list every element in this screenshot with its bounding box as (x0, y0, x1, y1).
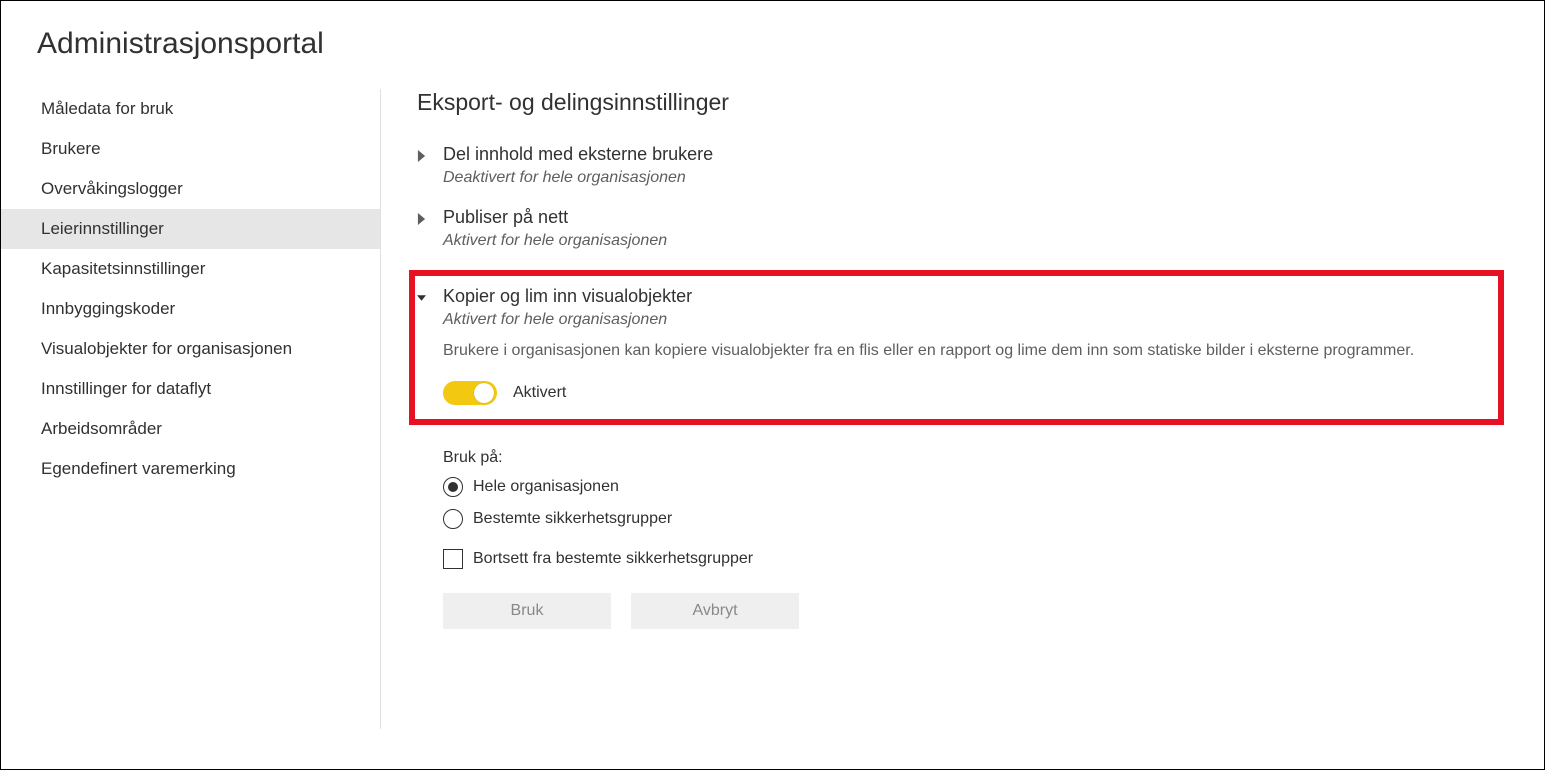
sidebar-item-custom-branding[interactable]: Egendefinert varemerking (1, 449, 380, 489)
radio-icon (443, 477, 463, 497)
cancel-button[interactable]: Avbryt (631, 593, 799, 629)
checkbox-icon (443, 549, 463, 569)
sidebar-nav: Måledata for bruk Brukere Overvåkingslog… (1, 89, 381, 729)
setting-publish-web: Publiser på nett Aktivert for hele organ… (417, 207, 1504, 250)
enable-toggle[interactable] (443, 381, 497, 405)
apply-to-label: Bruk på: (443, 449, 1504, 467)
checkbox-except-groups[interactable]: Bortsett fra bestemte sikkerhetsgrupper (443, 549, 1504, 569)
section-title: Eksport- og delingsinnstillinger (417, 89, 1504, 116)
sidebar-item-embed-codes[interactable]: Innbyggingskoder (1, 289, 380, 329)
sidebar-item-usage-metrics[interactable]: Måledata for bruk (1, 89, 380, 129)
sidebar-item-users[interactable]: Brukere (1, 129, 380, 169)
content-panel: Eksport- og delingsinnstillinger Del inn… (381, 89, 1544, 729)
caret-right-icon[interactable] (417, 213, 431, 225)
setting-title[interactable]: Kopier og lim inn visualobjekter (443, 286, 1486, 307)
sidebar-item-tenant-settings[interactable]: Leierinnstillinger (1, 209, 380, 249)
toggle-label: Aktivert (513, 384, 566, 402)
sidebar-item-dataflow-settings[interactable]: Innstillinger for dataflyt (1, 369, 380, 409)
radio-icon (443, 509, 463, 529)
sidebar-item-org-visuals[interactable]: Visualobjekter for organisasjonen (1, 329, 380, 369)
page-title: Administrasjonsportal (1, 1, 1544, 61)
radio-label: Bestemte sikkerhetsgrupper (473, 510, 672, 528)
setting-share-external: Del innhold med eksterne brukere Deaktiv… (417, 144, 1504, 187)
setting-status: Aktivert for hele organisasjonen (443, 311, 1486, 329)
setting-status: Deaktivert for hele organisasjonen (443, 169, 713, 187)
apply-button[interactable]: Bruk (443, 593, 611, 629)
sidebar-item-workspaces[interactable]: Arbeidsområder (1, 409, 380, 449)
setting-status: Aktivert for hele organisasjonen (443, 232, 667, 250)
caret-right-icon[interactable] (417, 150, 431, 162)
radio-label: Hele organisasjonen (473, 478, 619, 496)
radio-whole-org[interactable]: Hele organisasjonen (443, 477, 1504, 497)
setting-title[interactable]: Publiser på nett (443, 207, 667, 228)
highlighted-setting: Kopier og lim inn visualobjekter Aktiver… (409, 270, 1504, 425)
checkbox-label: Bortsett fra bestemte sikkerhetsgrupper (473, 550, 753, 568)
setting-description: Brukere i organisasjonen kan kopiere vis… (443, 339, 1463, 363)
radio-specific-groups[interactable]: Bestemte sikkerhetsgrupper (443, 509, 1504, 529)
sidebar-item-capacity-settings[interactable]: Kapasitetsinnstillinger (1, 249, 380, 289)
caret-down-icon[interactable] (417, 292, 431, 304)
setting-title[interactable]: Del innhold med eksterne brukere (443, 144, 713, 165)
sidebar-item-audit-logs[interactable]: Overvåkingslogger (1, 169, 380, 209)
